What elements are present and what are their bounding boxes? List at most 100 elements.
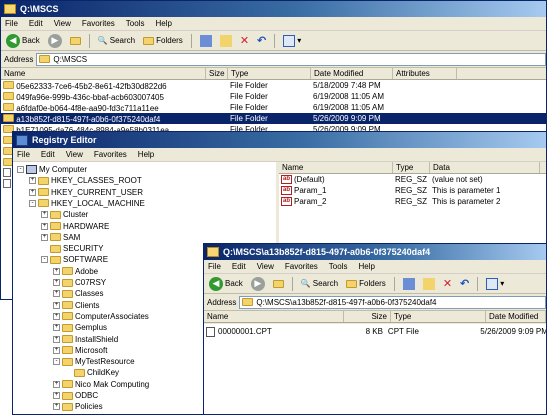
- title-bar[interactable]: Registry Editor: [13, 132, 546, 148]
- tree-node[interactable]: SECURITY: [41, 243, 103, 254]
- tree-node[interactable]: + HARDWARE: [41, 221, 109, 232]
- tree-node[interactable]: + Gemplus: [53, 322, 107, 333]
- menu-edit[interactable]: Edit: [232, 262, 246, 271]
- tree-node[interactable]: - HKEY_LOCAL_MACHINE: [29, 198, 145, 209]
- column-name[interactable]: Name: [204, 311, 344, 322]
- tree-node[interactable]: + Clients: [53, 300, 99, 311]
- value-row[interactable]: ab Param_2 REG_SZ This is parameter 2: [279, 196, 546, 207]
- expand-icon[interactable]: +: [53, 324, 60, 332]
- expand-icon[interactable]: +: [53, 403, 60, 411]
- menu-file[interactable]: File: [208, 262, 221, 271]
- tree-node[interactable]: + HKEY_CLASSES_ROOT: [29, 175, 142, 186]
- expand-icon[interactable]: +: [53, 335, 60, 343]
- copy-to-button[interactable]: [218, 34, 234, 47]
- views-button[interactable]: ▾: [484, 277, 506, 290]
- expand-icon[interactable]: +: [29, 177, 36, 185]
- delete-button[interactable]: ✕: [238, 34, 251, 47]
- column-date-modified[interactable]: Date Modified: [311, 68, 393, 79]
- tree-node[interactable]: + SAM: [41, 232, 80, 243]
- column-size[interactable]: Size: [344, 311, 391, 322]
- delete-button[interactable]: ✕: [441, 277, 454, 290]
- tree-node[interactable]: - MyTestResource: [53, 356, 135, 367]
- expand-icon[interactable]: +: [53, 312, 60, 320]
- move-to-button[interactable]: [198, 34, 214, 47]
- tree-node[interactable]: + ComputerAssociates: [53, 311, 149, 322]
- list-item[interactable]: 00000001.CPT 8 KB CPT File 5/26/2009 9:0…: [204, 326, 546, 337]
- tree-node[interactable]: ChildKey: [65, 367, 119, 378]
- menu-file[interactable]: File: [17, 150, 30, 159]
- tree-node[interactable]: - SOFTWARE: [41, 254, 108, 265]
- collapse-icon[interactable]: -: [17, 166, 24, 173]
- collapse-icon[interactable]: -: [53, 358, 60, 366]
- back-button[interactable]: ◀ Back: [207, 276, 245, 291]
- expand-icon[interactable]: +: [41, 222, 48, 230]
- undo-button[interactable]: ↶: [255, 34, 268, 47]
- expand-icon[interactable]: +: [53, 392, 60, 399]
- collapse-icon[interactable]: -: [29, 199, 36, 207]
- expand-icon[interactable]: +: [53, 290, 60, 298]
- back-button[interactable]: ◀ Back: [4, 33, 42, 48]
- undo-button[interactable]: ↶: [458, 277, 471, 290]
- tree-node[interactable]: + Adobe: [53, 266, 98, 277]
- expand-icon[interactable]: +: [53, 380, 60, 388]
- forward-button[interactable]: ▶: [249, 276, 267, 291]
- list-item[interactable]: a6fdaf0e-b064-4f8e-aa90-fd3c711a11ee Fil…: [1, 102, 546, 113]
- expand-icon[interactable]: +: [53, 279, 60, 286]
- expand-icon[interactable]: +: [53, 301, 60, 309]
- title-bar[interactable]: Q:\MSCS: [1, 1, 546, 17]
- menu-edit[interactable]: Edit: [41, 150, 55, 159]
- column-type[interactable]: Type: [393, 162, 430, 173]
- tree-node[interactable]: + Nico Mak Computing: [53, 379, 149, 390]
- menu-view[interactable]: View: [54, 19, 71, 28]
- expand-icon[interactable]: +: [53, 346, 60, 354]
- tree-node[interactable]: + Microsoft: [53, 345, 107, 356]
- up-folder-button[interactable]: [68, 36, 83, 45]
- address-input[interactable]: Q:\MSCS\a13b852f-d815-497f-a0b6-0f375240…: [239, 295, 546, 309]
- title-bar[interactable]: Q:\MSCS\a13b852f-d815-497f-a0b6-0f375240…: [204, 244, 546, 260]
- column-size[interactable]: Size: [206, 68, 228, 79]
- column-data[interactable]: Data: [430, 162, 540, 173]
- tree-node[interactable]: + Cluster: [41, 209, 88, 220]
- menu-help[interactable]: Help: [155, 19, 171, 28]
- folders-button[interactable]: Folders: [344, 279, 388, 288]
- tree-node[interactable]: + HKEY_CURRENT_USER: [29, 187, 143, 198]
- expand-icon[interactable]: +: [41, 211, 48, 219]
- list-item[interactable]: 049fa96e-999b-436c-bbaf-acb603007405 Fil…: [1, 91, 546, 102]
- tree-node[interactable]: + C07RSY: [53, 277, 106, 288]
- column-type[interactable]: Type: [391, 311, 486, 322]
- up-folder-button[interactable]: [271, 279, 286, 288]
- move-to-button[interactable]: [401, 277, 417, 290]
- menu-tools[interactable]: Tools: [329, 262, 348, 271]
- menu-favorites[interactable]: Favorites: [94, 150, 127, 159]
- menu-view[interactable]: View: [66, 150, 83, 159]
- menu-edit[interactable]: Edit: [29, 19, 43, 28]
- column-name[interactable]: Name: [279, 162, 393, 173]
- tree-node[interactable]: Program Groups: [53, 413, 134, 415]
- address-input[interactable]: Q:\MSCS: [36, 52, 546, 66]
- value-row[interactable]: ab (Default) REG_SZ (value not set): [279, 174, 546, 185]
- search-button[interactable]: 🔍 Search: [299, 279, 340, 288]
- forward-button[interactable]: ▶: [46, 33, 64, 48]
- menu-help[interactable]: Help: [138, 150, 154, 159]
- expand-icon[interactable]: +: [53, 267, 60, 275]
- column-attributes[interactable]: Attributes: [393, 68, 457, 79]
- search-button[interactable]: 🔍 Search: [96, 36, 137, 45]
- tree-node[interactable]: + InstallShield: [53, 334, 118, 345]
- folders-button[interactable]: Folders: [141, 36, 185, 45]
- column-date-modified[interactable]: Date Modified: [486, 311, 546, 322]
- tree-node[interactable]: + Classes: [53, 288, 103, 299]
- menu-favorites[interactable]: Favorites: [82, 19, 115, 28]
- tree-node[interactable]: + ODBC: [53, 390, 98, 401]
- menu-tools[interactable]: Tools: [126, 19, 145, 28]
- column-name[interactable]: Name: [1, 68, 206, 79]
- menu-help[interactable]: Help: [358, 262, 374, 271]
- list-item[interactable]: 05e62333-7ce6-45b2-8e61-42fb30d822d6 Fil…: [1, 80, 546, 91]
- menu-view[interactable]: View: [257, 262, 274, 271]
- value-row[interactable]: ab Param_1 REG_SZ This is parameter 1: [279, 185, 546, 196]
- expand-icon[interactable]: +: [29, 188, 36, 196]
- copy-to-button[interactable]: [421, 277, 437, 290]
- column-type[interactable]: Type: [228, 68, 311, 79]
- views-button[interactable]: ▾: [281, 34, 303, 47]
- menu-favorites[interactable]: Favorites: [285, 262, 318, 271]
- expand-icon[interactable]: +: [41, 233, 48, 241]
